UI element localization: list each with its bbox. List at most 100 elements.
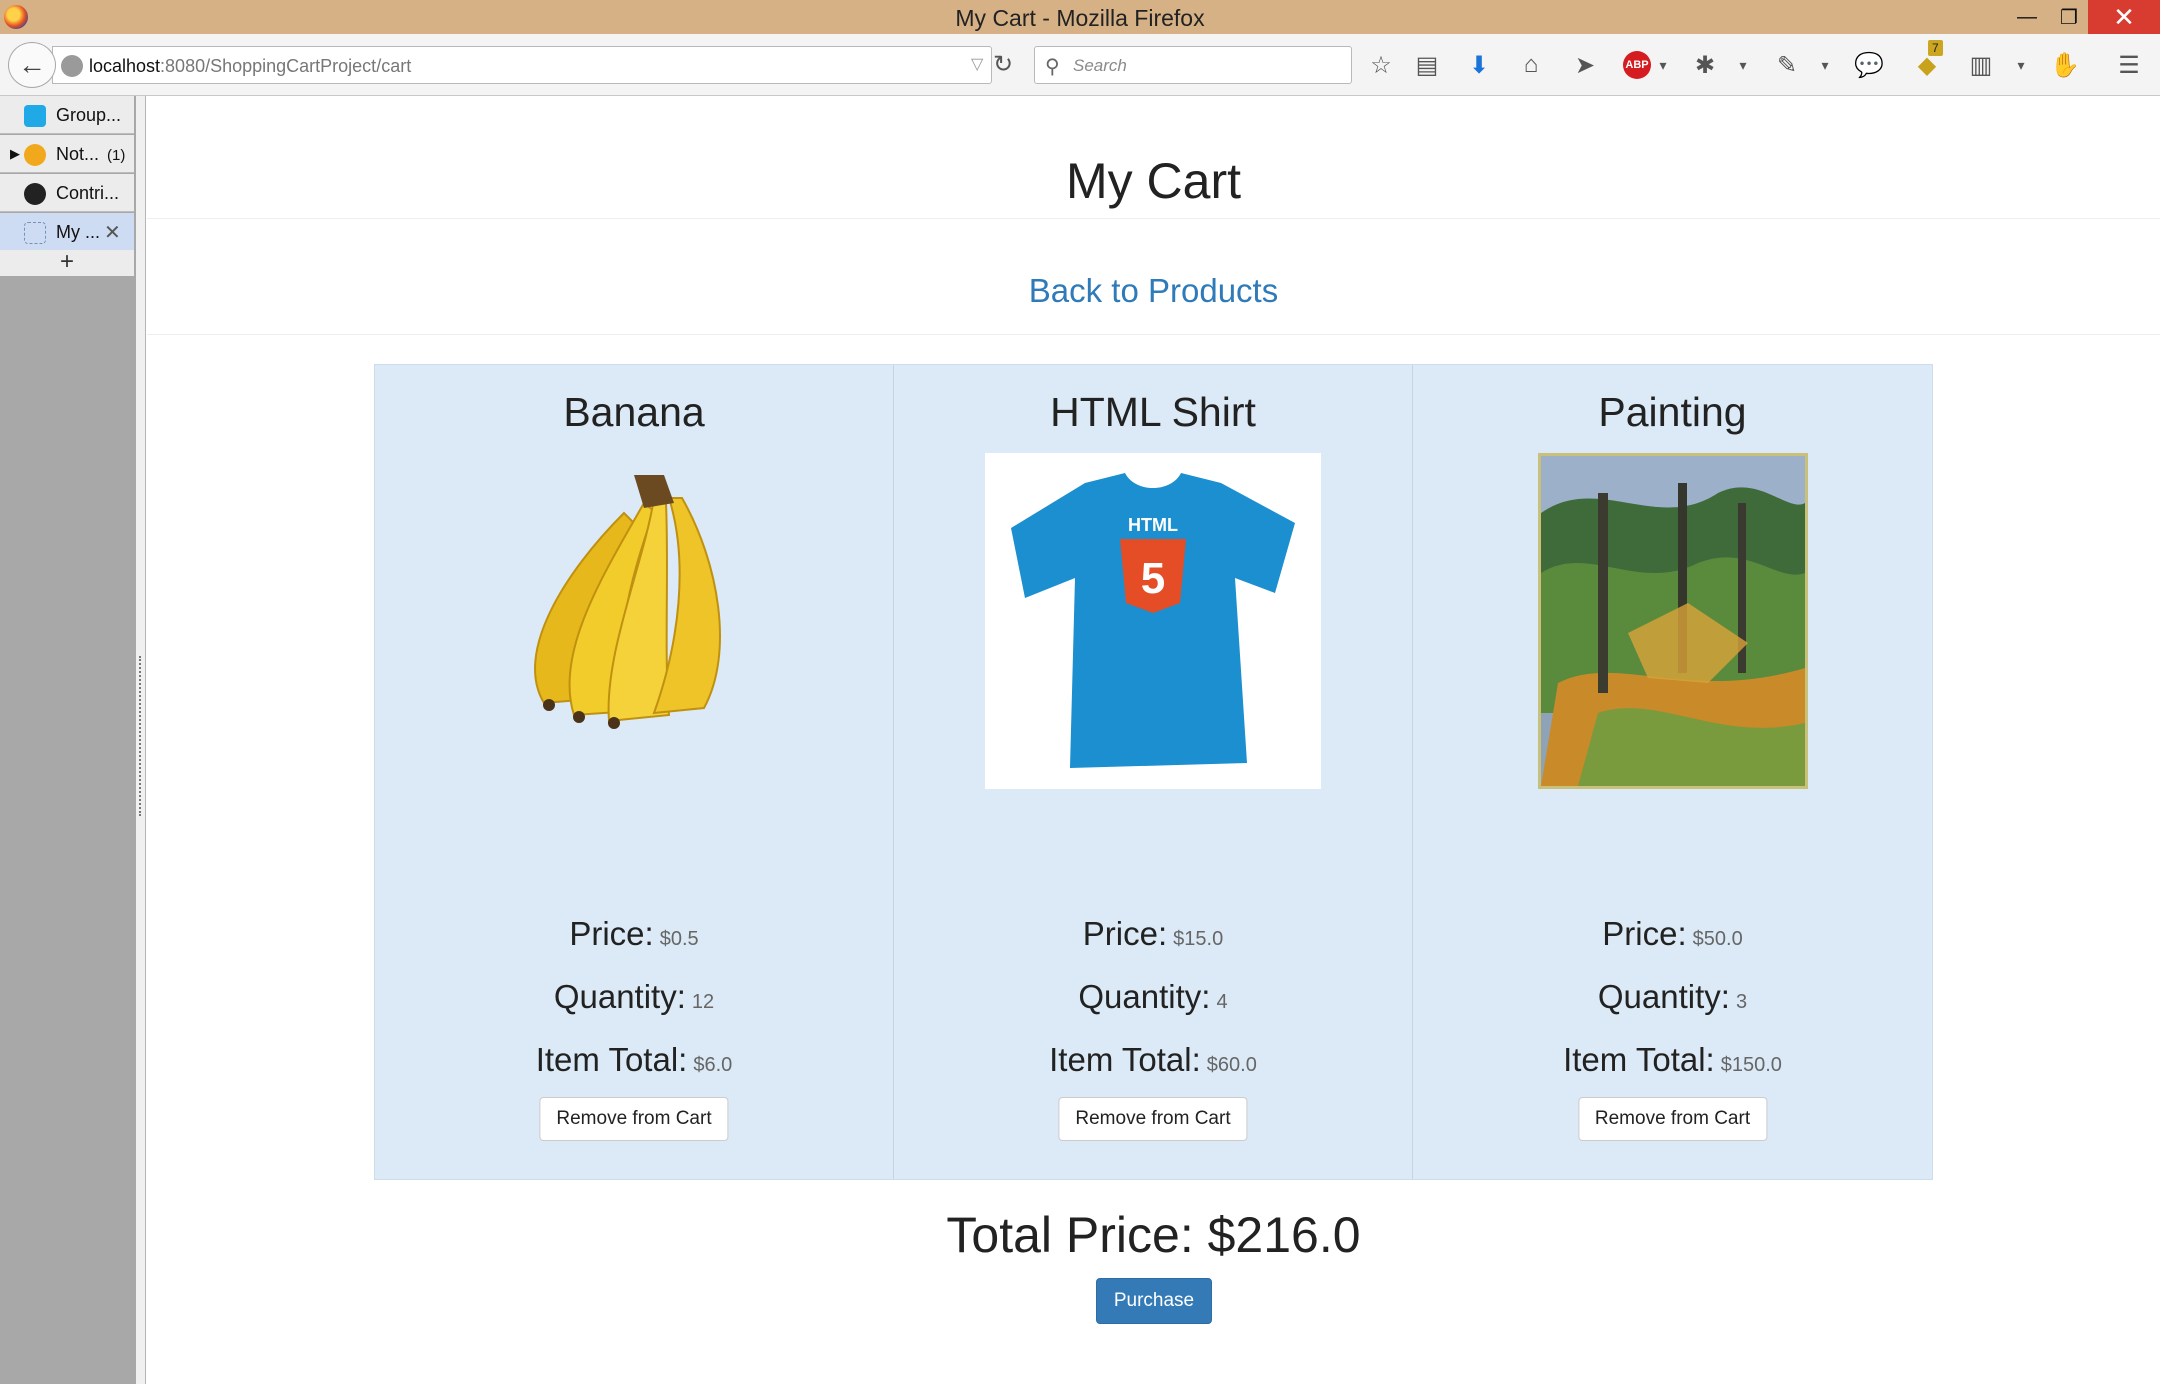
eyedropper-icon[interactable]: ✎: [1770, 48, 1804, 82]
item-total-value: $60.0: [1206, 1054, 1257, 1076]
sidebar-tab-my-cart[interactable]: My ... ✕: [0, 213, 134, 251]
bookmark-star-icon[interactable]: ☆: [1364, 48, 1398, 82]
price-label: Price:: [1082, 915, 1168, 952]
menu-hamburger-icon[interactable]: ☰: [2112, 48, 2146, 82]
sidebar-tab-groupme[interactable]: Group...: [0, 96, 134, 134]
back-arrow-icon: ←: [18, 49, 46, 80]
url-host: localhost: [89, 56, 161, 76]
splitter-grip[interactable]: [139, 656, 141, 816]
price-label: Price:: [569, 915, 654, 952]
item-name: Painting: [1598, 389, 1747, 435]
page-content: My Cart Back to Products Banana Price: $0…: [147, 96, 2160, 1384]
adblock-dropdown-icon[interactable]: ▾: [1646, 48, 1680, 82]
blank-page-icon: [24, 222, 46, 244]
total-price: Total Price: $216.0: [946, 1207, 1361, 1263]
item-quantity: Quantity: 4: [894, 978, 1412, 1016]
item-quantity: Quantity: 3: [1413, 978, 1932, 1016]
search-placeholder: Search: [1073, 56, 1127, 75]
price-label: Price:: [1602, 915, 1687, 952]
divider: [147, 334, 2160, 335]
url-path: :8080/ShoppingCartProject/cart: [160, 56, 412, 76]
close-window-button[interactable]: ✕: [2088, 0, 2160, 34]
walmart-spark-icon: [24, 144, 46, 166]
html5-shirt-image: HTML 5: [985, 453, 1321, 794]
page-title: My Cart: [1066, 153, 1241, 209]
purchase-button[interactable]: Purchase: [1096, 1278, 1212, 1324]
chat-icon[interactable]: 💬: [1852, 48, 1886, 82]
reload-icon[interactable]: ↻: [993, 50, 1013, 79]
sidebar-tab-label: My ...: [56, 222, 100, 242]
back-button[interactable]: ←: [8, 42, 56, 88]
item-name: Banana: [563, 389, 705, 435]
item-price: Price: $0.5: [375, 915, 893, 953]
sidebar-tab-title: Not...: [56, 144, 100, 164]
downloads-icon[interactable]: ⬇: [1462, 48, 1496, 82]
eyedropper-dropdown-icon[interactable]: ▾: [1808, 48, 1842, 82]
github-icon: [24, 183, 46, 205]
close-tab-icon[interactable]: ✕: [104, 220, 121, 245]
tab-sidebar: Group... ▶ Not... (1) Contri... My ... ✕ …: [0, 96, 136, 1384]
item-total-label: Item Total:: [1049, 1041, 1201, 1078]
item-price: Price: $50.0: [1413, 915, 1932, 953]
svg-text:HTML: HTML: [1128, 515, 1178, 535]
window-titlebar: My Cart - Mozilla Firefox — ❐ ✕: [0, 0, 2160, 34]
search-bar[interactable]: ⚲ Search: [1034, 46, 1352, 84]
banana-image: [504, 453, 764, 758]
quantity-label: Quantity:: [1078, 978, 1211, 1015]
painting-image: [1537, 453, 1808, 794]
item-total: Item Total: $6.0: [375, 1041, 893, 1079]
send-icon[interactable]: ➤: [1568, 48, 1602, 82]
evernote-icon[interactable]: ✋: [2048, 48, 2082, 82]
item-name: HTML Shirt: [1050, 389, 1256, 435]
svg-text:5: 5: [1141, 554, 1165, 603]
sidebar-tab-walmart[interactable]: ▶ Not... (1): [0, 135, 134, 173]
price-value: $0.5: [659, 928, 699, 950]
item-price: Price: $15.0: [894, 915, 1412, 953]
item-total-value: $150.0: [1720, 1054, 1782, 1076]
notification-badge: 7: [1928, 40, 1943, 56]
new-tab-button[interactable]: +: [0, 250, 134, 276]
divider: [147, 218, 2160, 219]
item-quantity: Quantity: 12: [375, 978, 893, 1016]
cart-item-painting: Painting Price: $50.0 Quantity: 3 Item T…: [1413, 365, 1932, 1179]
sidebar-splitter[interactable]: [136, 96, 146, 1384]
cart-item-html-shirt: HTML Shirt HTML 5 Price: $15.0 Quantity: 4…: [894, 365, 1413, 1179]
search-icon: ⚲: [1045, 56, 1060, 78]
window-title: My Cart - Mozilla Firefox: [955, 5, 1205, 31]
quantity-value: 4: [1216, 991, 1228, 1013]
remove-from-cart-button[interactable]: Remove from Cart: [1058, 1097, 1248, 1141]
firebug-dropdown-icon[interactable]: ▾: [1726, 48, 1760, 82]
clipboard-icon[interactable]: ▥: [1964, 48, 1998, 82]
sidebar-tab-github[interactable]: Contri...: [0, 174, 134, 212]
sidebar-tab-label: Not... (1): [56, 144, 125, 165]
item-total-label: Item Total:: [535, 1041, 688, 1078]
clipboard-dropdown-icon[interactable]: ▾: [2004, 48, 2038, 82]
url-history-dropdown-icon[interactable]: ▽: [971, 54, 983, 74]
quantity-label: Quantity:: [1597, 978, 1730, 1015]
cart-item-banana: Banana Price: $0.5 Quantity: 12 Item Total…: [375, 365, 894, 1179]
groupme-icon: [24, 105, 46, 127]
site-identity-icon[interactable]: [61, 55, 83, 77]
url-text[interactable]: localhost:8080/ShoppingCartProject/cart: [89, 56, 411, 77]
home-icon[interactable]: ⌂: [1514, 48, 1548, 82]
item-total: Item Total: $60.0: [894, 1041, 1412, 1079]
sidebar-tab-count: (1): [107, 147, 126, 164]
item-total-label: Item Total:: [1563, 1041, 1715, 1078]
reading-list-icon[interactable]: ▤: [1410, 48, 1444, 82]
item-total: Item Total: $150.0: [1413, 1041, 1932, 1079]
quantity-value: 3: [1735, 991, 1748, 1013]
url-bar[interactable]: localhost:8080/ShoppingCartProject/cart …: [52, 46, 1013, 84]
cart-items: Banana Price: $0.5 Quantity: 12 Item Total…: [374, 364, 1933, 1180]
remove-from-cart-button[interactable]: Remove from Cart: [1577, 1097, 1768, 1141]
quantity-value: 12: [691, 991, 715, 1013]
sidebar-tab-label: Contri...: [56, 183, 120, 203]
item-total-value: $6.0: [693, 1054, 733, 1076]
firebug-icon[interactable]: ✱: [1688, 48, 1722, 82]
quantity-label: Quantity:: [553, 978, 686, 1015]
back-to-products-link[interactable]: Back to Products: [147, 272, 2160, 310]
sidebar-tab-label: Group...: [56, 105, 122, 125]
expand-triangle-icon[interactable]: ▶: [10, 146, 20, 162]
price-value: $50.0: [1692, 928, 1743, 950]
price-value: $15.0: [1173, 928, 1224, 950]
remove-from-cart-button[interactable]: Remove from Cart: [539, 1097, 729, 1141]
